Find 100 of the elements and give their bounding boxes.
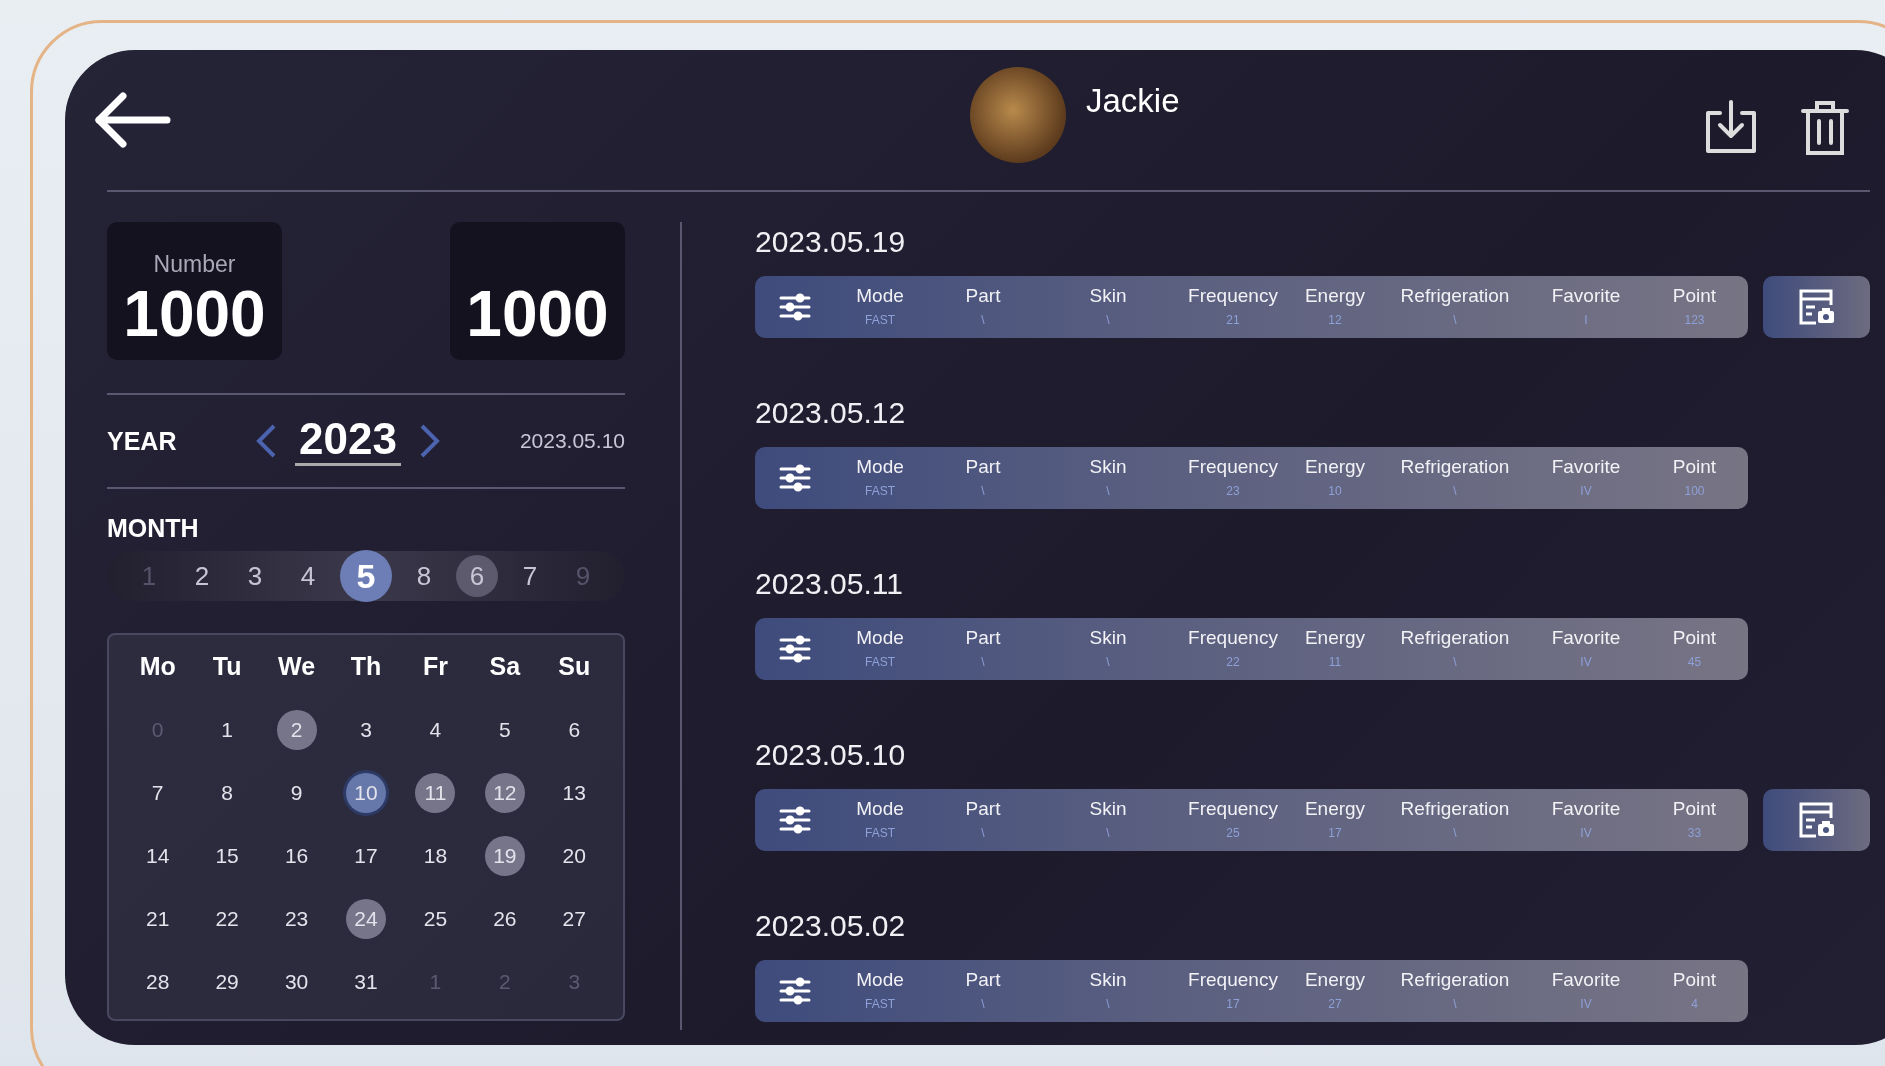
weekday-label: Tu	[212, 652, 242, 681]
field-label: Point	[1672, 285, 1717, 307]
calendar-day[interactable]: 14	[137, 835, 178, 876]
delete-button[interactable]	[1800, 99, 1850, 157]
field-label: Part	[965, 285, 1001, 307]
field-value: \	[1453, 996, 1457, 1013]
calendar-day[interactable]: 25	[415, 898, 456, 939]
field-label: Frequency	[1188, 627, 1278, 649]
calendar-day[interactable]: 15	[207, 835, 248, 876]
field-label: Part	[965, 627, 1001, 649]
field-value: 4	[1691, 996, 1698, 1013]
field-value: I	[1584, 312, 1588, 329]
month-option[interactable]: 2	[181, 555, 223, 597]
field-value: IV	[1580, 825, 1592, 842]
field-value: 17	[1328, 825, 1342, 842]
calendar-day[interactable]: 20	[554, 835, 595, 876]
field-value: 10	[1328, 483, 1342, 500]
record-date: 2023.05.19	[755, 224, 907, 260]
field-label: Mode	[856, 456, 904, 478]
sliders-icon[interactable]	[779, 806, 811, 834]
field-label: Energy	[1304, 969, 1366, 991]
record-bar[interactable]: Mode FAST Part \ Skin \ Frequency 25 Energy 17 Refrigeration \ Favorite IV Point 33	[755, 789, 1748, 851]
field-value: 33	[1687, 825, 1702, 842]
field-label: Refrigeration	[1400, 798, 1510, 820]
month-option[interactable]: 3	[234, 555, 276, 597]
calendar-day[interactable]: 21	[137, 898, 178, 939]
field-value: 11	[1328, 654, 1342, 671]
report-button[interactable]	[1763, 789, 1870, 851]
record-date: 2023.05.12	[755, 395, 907, 431]
previous-year-button[interactable]	[255, 423, 277, 459]
sliders-icon[interactable]	[779, 293, 811, 321]
calendar-day[interactable]: 12	[484, 772, 525, 813]
calendar-day[interactable]: 9	[276, 772, 317, 813]
report-button[interactable]	[1763, 276, 1870, 338]
chevron-right-icon	[418, 423, 441, 459]
calendar-day[interactable]: 11	[415, 772, 456, 813]
counter-label: Number	[153, 251, 236, 278]
month-option[interactable]: 8	[403, 555, 445, 597]
calendar-day[interactable]: 26	[484, 898, 525, 939]
counter-value: 1000	[123, 282, 266, 346]
calendar-day[interactable]: 1	[207, 709, 248, 750]
calendar-day[interactable]: 6	[554, 709, 595, 750]
calendar-day[interactable]: 8	[207, 772, 248, 813]
field-value: \	[1106, 312, 1110, 329]
calendar-day[interactable]: 16	[276, 835, 317, 876]
field-value: \	[981, 996, 985, 1013]
field-value: IV	[1580, 654, 1592, 671]
calendar-day[interactable]: 19	[484, 835, 525, 876]
field-label: Energy	[1304, 456, 1366, 478]
month-option[interactable]: 6	[456, 555, 498, 597]
field-value: FAST	[865, 996, 895, 1013]
field-label: Energy	[1304, 285, 1366, 307]
weekday-label: Su	[558, 652, 591, 681]
calendar-day[interactable]: 30	[276, 961, 317, 1002]
record-bar[interactable]: Mode FAST Part \ Skin \ Frequency 23 Energy 10 Refrigeration \ Favorite IV Point 100	[755, 447, 1748, 509]
calendar-day[interactable]: 3	[346, 709, 386, 750]
sliders-icon[interactable]	[779, 464, 811, 492]
field-value: \	[1453, 312, 1457, 329]
field-value: FAST	[865, 654, 895, 671]
user-name: Jackie	[1086, 82, 1180, 120]
trash-icon	[1800, 99, 1850, 157]
calendar-day[interactable]: 4	[415, 709, 456, 750]
calendar-day[interactable]: 24	[346, 898, 386, 939]
sliders-icon[interactable]	[779, 635, 811, 663]
field-value: 25	[1226, 825, 1240, 842]
field-label: Refrigeration	[1400, 969, 1510, 991]
counter-value: 1000	[466, 282, 609, 346]
calendar-day[interactable]: 5	[484, 709, 525, 750]
weekday-label: Fr	[422, 652, 448, 681]
calendar-day[interactable]: 18	[415, 835, 456, 876]
back-button[interactable]	[93, 90, 173, 150]
calendar-day[interactable]: 13	[554, 772, 595, 813]
calendar-day[interactable]: 7	[137, 772, 178, 813]
calendar-day[interactable]: 17	[346, 835, 386, 876]
field-label: Mode	[856, 627, 904, 649]
calendar-day[interactable]: 29	[207, 961, 248, 1002]
month-option[interactable]: 4	[287, 555, 329, 597]
record-date: 2023.05.02	[755, 908, 907, 944]
year-label: YEAR	[107, 426, 178, 456]
calendar-day[interactable]: 22	[207, 898, 248, 939]
field-value: IV	[1580, 996, 1592, 1013]
calendar-day[interactable]: 23	[276, 898, 317, 939]
month-option[interactable]: 7	[509, 555, 551, 597]
record-bar[interactable]: Mode FAST Part \ Skin \ Frequency 22 Energy 11 Refrigeration \ Favorite IV Point 45	[755, 618, 1748, 680]
field-label: Skin	[1089, 456, 1127, 478]
calendar-day[interactable]: 28	[137, 961, 178, 1002]
field-value: \	[1453, 483, 1457, 500]
calendar-day[interactable]: 27	[554, 898, 595, 939]
field-value: 17	[1226, 996, 1240, 1013]
record-bar[interactable]: Mode FAST Part \ Skin \ Frequency 17 Energy 27 Refrigeration \ Favorite IV Point 4	[755, 960, 1748, 1022]
month-option[interactable]: 5	[340, 550, 392, 602]
field-label: Skin	[1089, 969, 1127, 991]
field-value: 23	[1226, 483, 1240, 500]
calendar-day[interactable]: 31	[346, 961, 386, 1002]
record-bar[interactable]: Mode FAST Part \ Skin \ Frequency 21 Energy 12 Refrigeration \ Favorite I Point 123	[755, 276, 1748, 338]
field-value: \	[981, 483, 985, 500]
next-year-button[interactable]	[418, 423, 441, 459]
calendar-day[interactable]: 2	[276, 709, 317, 750]
sliders-icon[interactable]	[779, 977, 811, 1005]
field-value: 123	[1684, 312, 1705, 329]
